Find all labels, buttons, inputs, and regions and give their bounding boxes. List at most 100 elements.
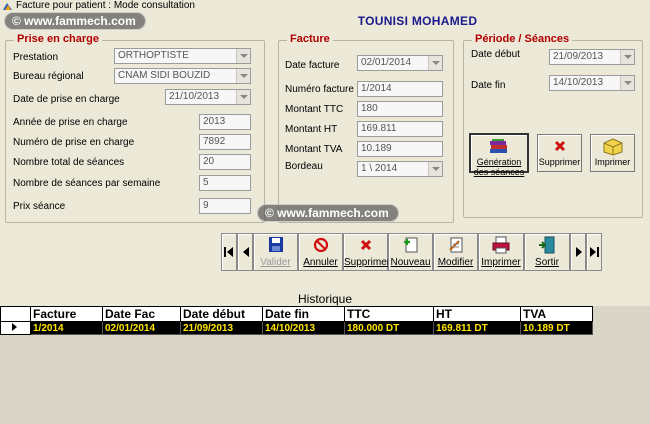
column-header[interactable]: Date Fac (102, 306, 181, 322)
cancel-icon (313, 237, 328, 253)
bureau-select[interactable]: CNAM SIDI BOUZID (114, 68, 251, 84)
historique-title: Historique (297, 292, 353, 306)
ttc-field[interactable]: 180 (357, 101, 443, 117)
column-header[interactable]: TTC (344, 306, 434, 322)
periode-supprimer-label: Supprimer (538, 157, 581, 167)
tva-field[interactable]: 10.189 (357, 141, 443, 157)
total-seances-field[interactable]: 20 (199, 154, 251, 170)
date-debut-value: 21/09/2013 (553, 51, 604, 62)
edit-document-icon (448, 237, 462, 253)
chevron-down-icon[interactable] (236, 90, 250, 104)
exit-door-icon (539, 236, 555, 254)
annuler-button[interactable]: Annuler (298, 233, 343, 271)
previous-record-button[interactable] (237, 233, 253, 271)
ttc-label: Montant TTC (285, 104, 344, 115)
date-facture-picker[interactable]: 02/01/2014 (357, 55, 443, 71)
supprimer-label: Supprimer (344, 257, 391, 268)
table-cell[interactable]: 21/09/2013 (180, 321, 263, 335)
watermark-top: © www.fammech.com (4, 12, 146, 30)
modifier-button[interactable]: Modifier (433, 233, 478, 271)
sortir-button[interactable]: Sortir (524, 233, 570, 271)
delete-x-icon (360, 239, 371, 251)
numero-prise-label: Numéro de prise en charge (13, 137, 135, 148)
date-fin-value: 14/10/2013 (553, 77, 604, 88)
table-header-row: Facture Date Fac Date début Date fin TTC… (0, 306, 593, 322)
annuler-label: Annuler (303, 257, 338, 268)
supprimer-button[interactable]: Supprimer (343, 233, 391, 271)
seances-semaine-field[interactable]: 5 (199, 175, 251, 191)
periode-imprimer-label: Imprimer (594, 157, 631, 167)
table-cell[interactable]: 02/01/2014 (102, 321, 181, 335)
date-prise-value: 21/10/2013 (169, 91, 220, 102)
next-icon (576, 247, 582, 257)
new-document-icon (403, 237, 417, 253)
generation-seances-label: Génération des séances (473, 157, 525, 177)
printer-icon (492, 236, 510, 254)
bureau-value: CNAM SIDI BOUZID (118, 70, 211, 81)
periode-group: Période / Séances (463, 33, 643, 218)
periode-imprimer-button[interactable]: Imprimer (590, 134, 635, 172)
column-header[interactable]: Facture (30, 306, 103, 322)
generation-seances-button[interactable]: Génération des séances (469, 133, 529, 177)
valider-label: Valider (260, 257, 291, 268)
numero-prise-field[interactable]: 7892 (199, 134, 251, 150)
watermark-middle: © www.fammech.com (257, 204, 399, 222)
prestation-select[interactable]: ORTHOPTISTE (114, 48, 251, 64)
save-disk-icon (268, 237, 283, 252)
imprimer-label: Imprimer (481, 257, 521, 268)
date-prise-label: Date de prise en charge (13, 94, 120, 105)
table-cell[interactable]: 180.000 DT (344, 321, 434, 335)
table-cell[interactable]: 169.811 DT (433, 321, 521, 335)
ht-label: Montant HT (285, 124, 338, 135)
bordeau-select[interactable]: 1 \ 2014 (357, 161, 443, 177)
bordeau-label: Bordeau (285, 161, 323, 172)
sortir-label: Sortir (535, 257, 559, 268)
date-facture-value: 02/01/2014 (361, 57, 412, 68)
nouveau-button[interactable]: Nouveau (388, 233, 433, 271)
column-header[interactable]: Date fin (262, 306, 345, 322)
chevron-down-icon[interactable] (620, 50, 634, 64)
books-icon (490, 139, 507, 153)
numero-facture-label: Numéro facture (285, 84, 354, 95)
ht-field[interactable]: 169.811 (357, 121, 443, 137)
table-row[interactable]: 1/2014 02/01/2014 21/09/2013 14/10/2013 … (0, 321, 593, 335)
tva-label: Montant TVA (285, 144, 343, 155)
row-selector-header (0, 306, 31, 322)
table-cell[interactable]: 1/2014 (30, 321, 103, 335)
prise-en-charge-title: Prise en charge (14, 33, 102, 45)
annee-field[interactable]: 2013 (199, 114, 251, 130)
app-icon (3, 3, 12, 10)
prestation-value: ORTHOPTISTE (118, 50, 189, 61)
imprimer-button[interactable]: Imprimer (478, 233, 524, 271)
column-header[interactable]: TVA (520, 306, 593, 322)
nouveau-label: Nouveau (390, 257, 431, 268)
column-header[interactable]: HT (433, 306, 521, 322)
row-pointer[interactable] (0, 321, 31, 335)
valider-button[interactable]: Valider (253, 233, 298, 271)
table-cell[interactable]: 14/10/2013 (262, 321, 345, 335)
bordeau-value: 1 \ 2014 (361, 163, 398, 174)
date-debut-picker[interactable]: 21/09/2013 (549, 49, 635, 65)
prix-seance-label: Prix séance (13, 201, 66, 212)
historique-table: Facture Date Fac Date début Date fin TTC… (0, 306, 593, 335)
column-header[interactable]: Date début (180, 306, 263, 322)
last-record-button[interactable] (586, 233, 602, 271)
bureau-label: Bureau régional (13, 71, 84, 82)
row-pointer-icon (12, 322, 17, 331)
chevron-down-icon[interactable] (236, 49, 250, 63)
first-record-button[interactable] (221, 233, 237, 271)
chevron-down-icon[interactable] (236, 69, 250, 83)
chevron-down-icon[interactable] (620, 76, 634, 90)
table-cell[interactable]: 10.189 DT (520, 321, 593, 335)
chevron-down-icon[interactable] (428, 56, 442, 70)
numero-facture-field[interactable]: 1/2014 (357, 81, 443, 97)
chevron-down-icon[interactable] (428, 162, 442, 176)
periode-supprimer-button[interactable]: Supprimer (537, 134, 582, 172)
window-title: Facture pour patient : Mode consultation (16, 0, 195, 11)
cube-print-icon (603, 138, 622, 156)
modifier-label: Modifier (437, 257, 474, 268)
prix-seance-field[interactable]: 9 (199, 198, 251, 214)
next-record-button[interactable] (570, 233, 586, 271)
date-prise-picker[interactable]: 21/10/2013 (165, 89, 251, 105)
date-fin-picker[interactable]: 14/10/2013 (549, 75, 635, 91)
